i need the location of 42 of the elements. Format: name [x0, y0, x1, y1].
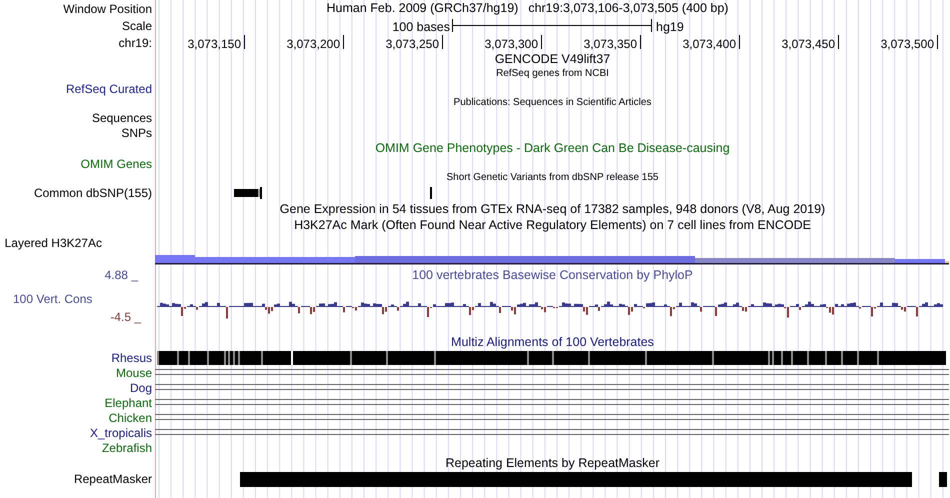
track-label[interactable]: Sequences — [92, 108, 152, 126]
track-label[interactable]: SNPs — [121, 124, 152, 142]
track-title: RefSeq genes from NCBI — [496, 69, 609, 79]
assembly-name: Human Feb. 2009 (GRCh37/hg19) — [326, 0, 518, 18]
track-label[interactable]: Rhesus — [111, 348, 152, 366]
track-title: Publications: Sequences in Scientific Articles — [454, 98, 652, 108]
track-label[interactable]: OMIM Genes — [80, 154, 152, 172]
track-label[interactable]: Chicken — [108, 408, 152, 426]
row-label: chr19: — [118, 34, 152, 52]
track-title: GENCODE V49lift37 — [494, 52, 610, 66]
track-label[interactable]: Elephant — [104, 394, 152, 412]
track-label[interactable]: Mouse — [116, 364, 152, 382]
row-label: Scale — [122, 18, 152, 34]
track-label[interactable]: Zebrafish — [102, 438, 152, 456]
track-title: Repeating Elements by RepeatMasker — [445, 456, 660, 470]
scale-span: 100 bases — [391, 19, 450, 36]
ruler-tick-label: 3,073,200 — [286, 36, 340, 53]
track-label[interactable]: Layered H3K27Ac — [4, 236, 102, 250]
track-title: H3K27Ac Mark (Often Found Near Active Regulatory Elements) on 7 cell lines from ENCODE — [294, 218, 811, 232]
axis-max-label: 4.88 _ — [104, 267, 140, 284]
track-label[interactable]: RefSeq Curated — [66, 80, 152, 98]
track-label[interactable]: X_tropicalis — [90, 424, 152, 442]
ruler-tick-label: 3,073,250 — [384, 36, 439, 53]
ruler-tick-label: 3,073,500 — [880, 36, 934, 53]
position-range: chr19:3,073,106-3,073,505 (400 bp) — [528, 0, 728, 18]
axis-min-label: -4.5 _ — [110, 309, 141, 326]
genome-name: hg19 — [656, 19, 684, 36]
track-label[interactable]: Dog — [130, 378, 152, 396]
row-label: Window Position — [63, 0, 152, 18]
track-label[interactable]: RepeatMasker — [74, 470, 152, 488]
ruler-tick-label: 3,073,400 — [682, 36, 736, 53]
track-title: Multiz Alignments of 100 Vertebrates — [451, 336, 654, 348]
track-label[interactable]: Common dbSNP(155) — [34, 184, 152, 202]
track-title: OMIM Gene Phenotypes - Dark Green Can Be Disease-causing — [375, 142, 730, 154]
track-title: Gene Expression in 54 tissues from GTEx RNA-seq of 17382 samples, 948 donors (V8, Aug 2019) — [280, 202, 826, 216]
track-label[interactable]: 100 Vert. Cons — [13, 290, 92, 308]
ruler-tick-label: 3,073,450 — [780, 36, 835, 53]
ruler-tick-label: 3,073,300 — [484, 36, 538, 53]
track-title: Short Genetic Variants from dbSNP release 155 — [446, 173, 658, 183]
ruler-tick-label: 3,073,350 — [582, 36, 637, 53]
ruler-tick-label: 3,073,150 — [186, 36, 241, 53]
track-title: 100 vertebrates Basewise Conservation by PhyloP — [412, 268, 693, 282]
